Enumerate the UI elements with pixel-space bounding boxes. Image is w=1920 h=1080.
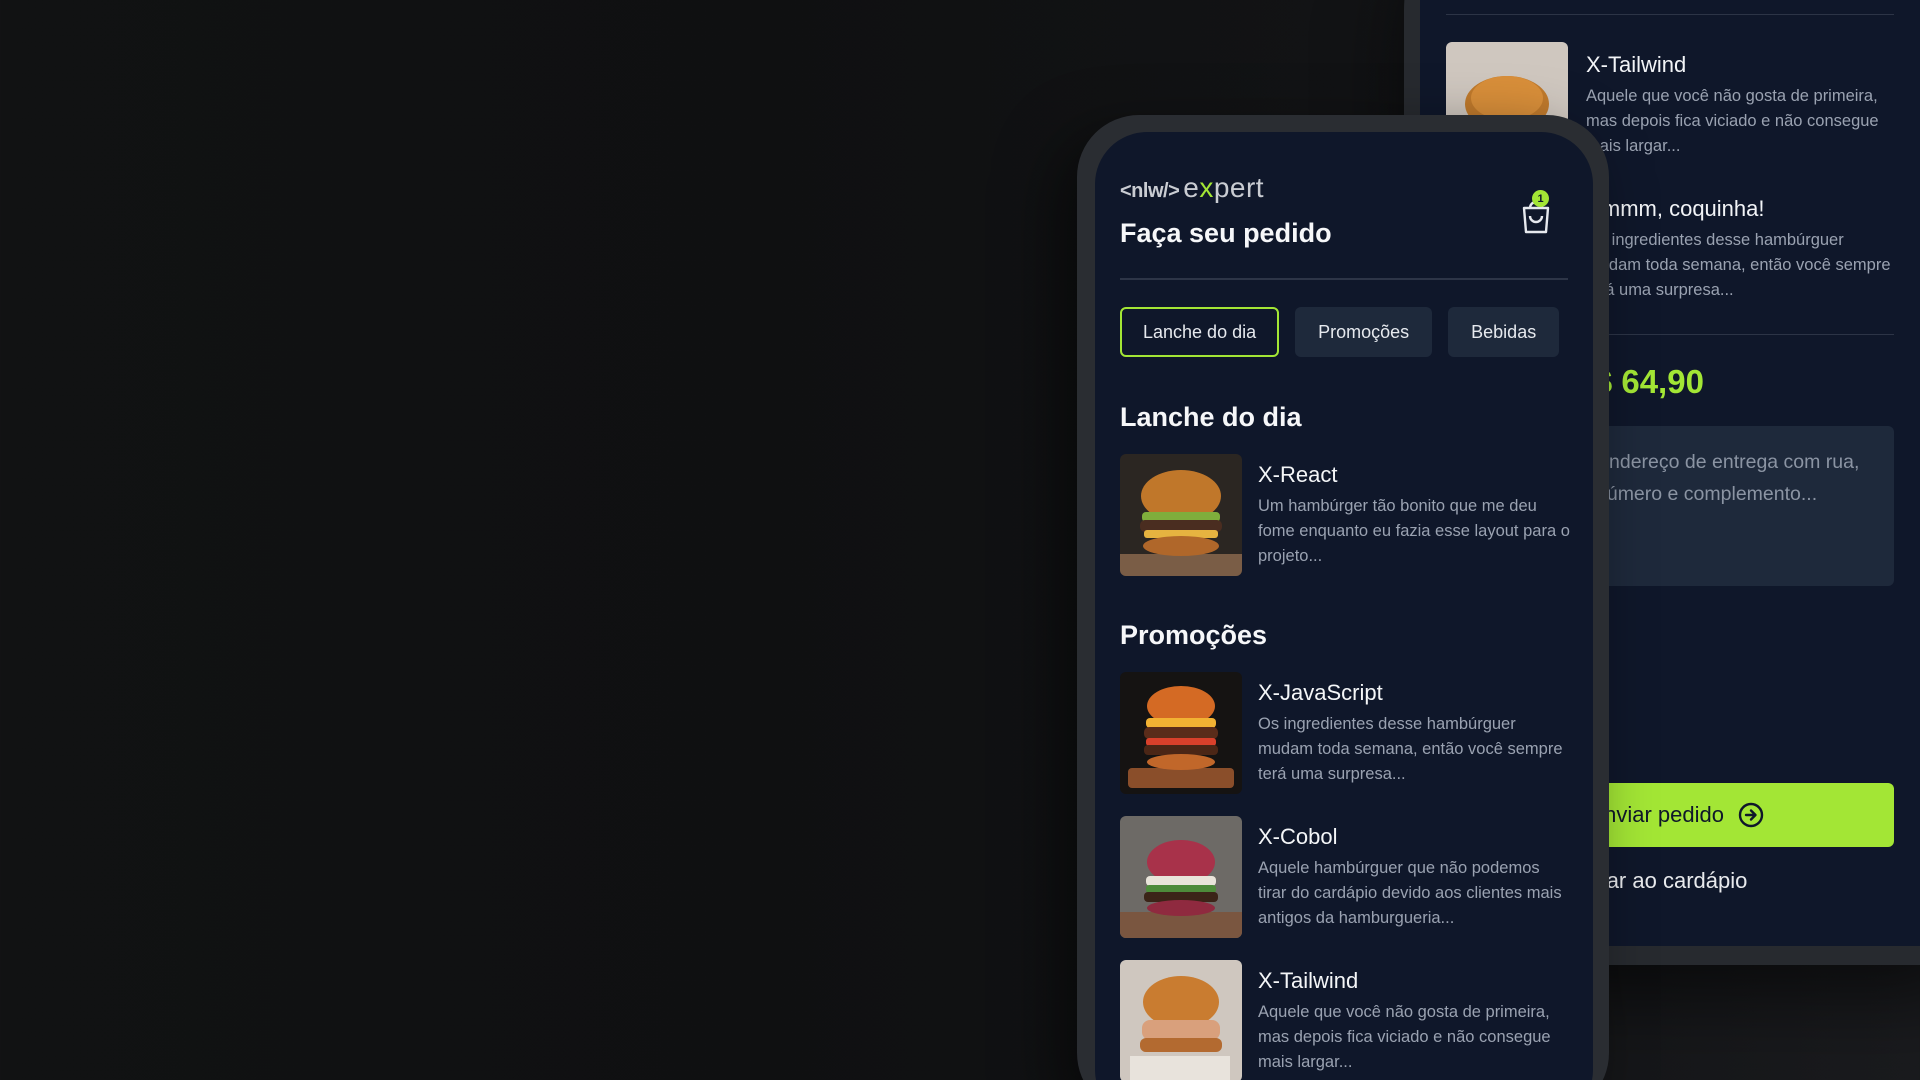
item-name: X-JavaScript [1258,680,1383,705]
logo-expert: expert [1183,172,1265,203]
tab-promocoes[interactable]: Promoções [1295,307,1433,357]
item-name: X-React [1258,462,1338,487]
divider [1120,278,1568,280]
menu-item[interactable]: X-Tailwind Aquele que você não gosta de … [1120,960,1570,1080]
burger-image [1120,672,1242,794]
burger-image [1120,816,1242,938]
logo: <nlw/> expert [1120,172,1264,206]
menu-item[interactable]: X-React Um hambúrger tão bonito que me d… [1120,454,1570,576]
item-name: Hmmm, coquinha! [1586,196,1765,221]
divider [1446,14,1894,15]
send-order-label: Enviar pedido [1589,802,1724,827]
item-name: X-Cobol [1258,824,1338,849]
section-title: Lanche do dia [1120,402,1302,432]
tab-bebidas[interactable]: Bebidas [1448,307,1560,357]
category-tabs: Lanche do dia Promoções Bebidas [1120,307,1560,357]
tab-lanche-do-dia[interactable]: Lanche do dia [1120,307,1280,357]
item-description: Aquele que você não gosta de primeira, m… [1586,87,1879,155]
menu-screen: <nlw/> expert Faça seu pedido 1 Lanche d… [1095,132,1593,1080]
menu-item[interactable]: X-JavaScript Os ingredientes desse hambú… [1120,672,1570,794]
item-description: Um hambúrger tão bonito que me deu fome … [1258,497,1570,565]
burger-image [1120,960,1242,1080]
item-description: Os ingredientes desse hambúrguer mudam t… [1586,231,1891,299]
logo-nlw: <nlw/> [1120,180,1180,202]
section-title: Promoções [1120,620,1268,650]
burger-image [1120,454,1242,576]
item-description: Os ingredientes desse hambúrguer mudam t… [1258,715,1563,783]
page-title: Faça seu pedido [1120,218,1332,248]
arrow-circle-right-icon [1738,802,1764,828]
item-description: Aquele hambúrguer que não podemos tirar … [1258,859,1562,927]
menu-item[interactable]: X-Cobol Aquele hambúrguer que não podemo… [1120,816,1570,938]
cart-count-badge: 1 [1532,190,1549,207]
item-name: X-Tailwind [1586,52,1687,77]
item-description: Aquele que você não gosta de primeira, m… [1258,1003,1551,1071]
item-name: X-Tailwind [1258,968,1359,993]
